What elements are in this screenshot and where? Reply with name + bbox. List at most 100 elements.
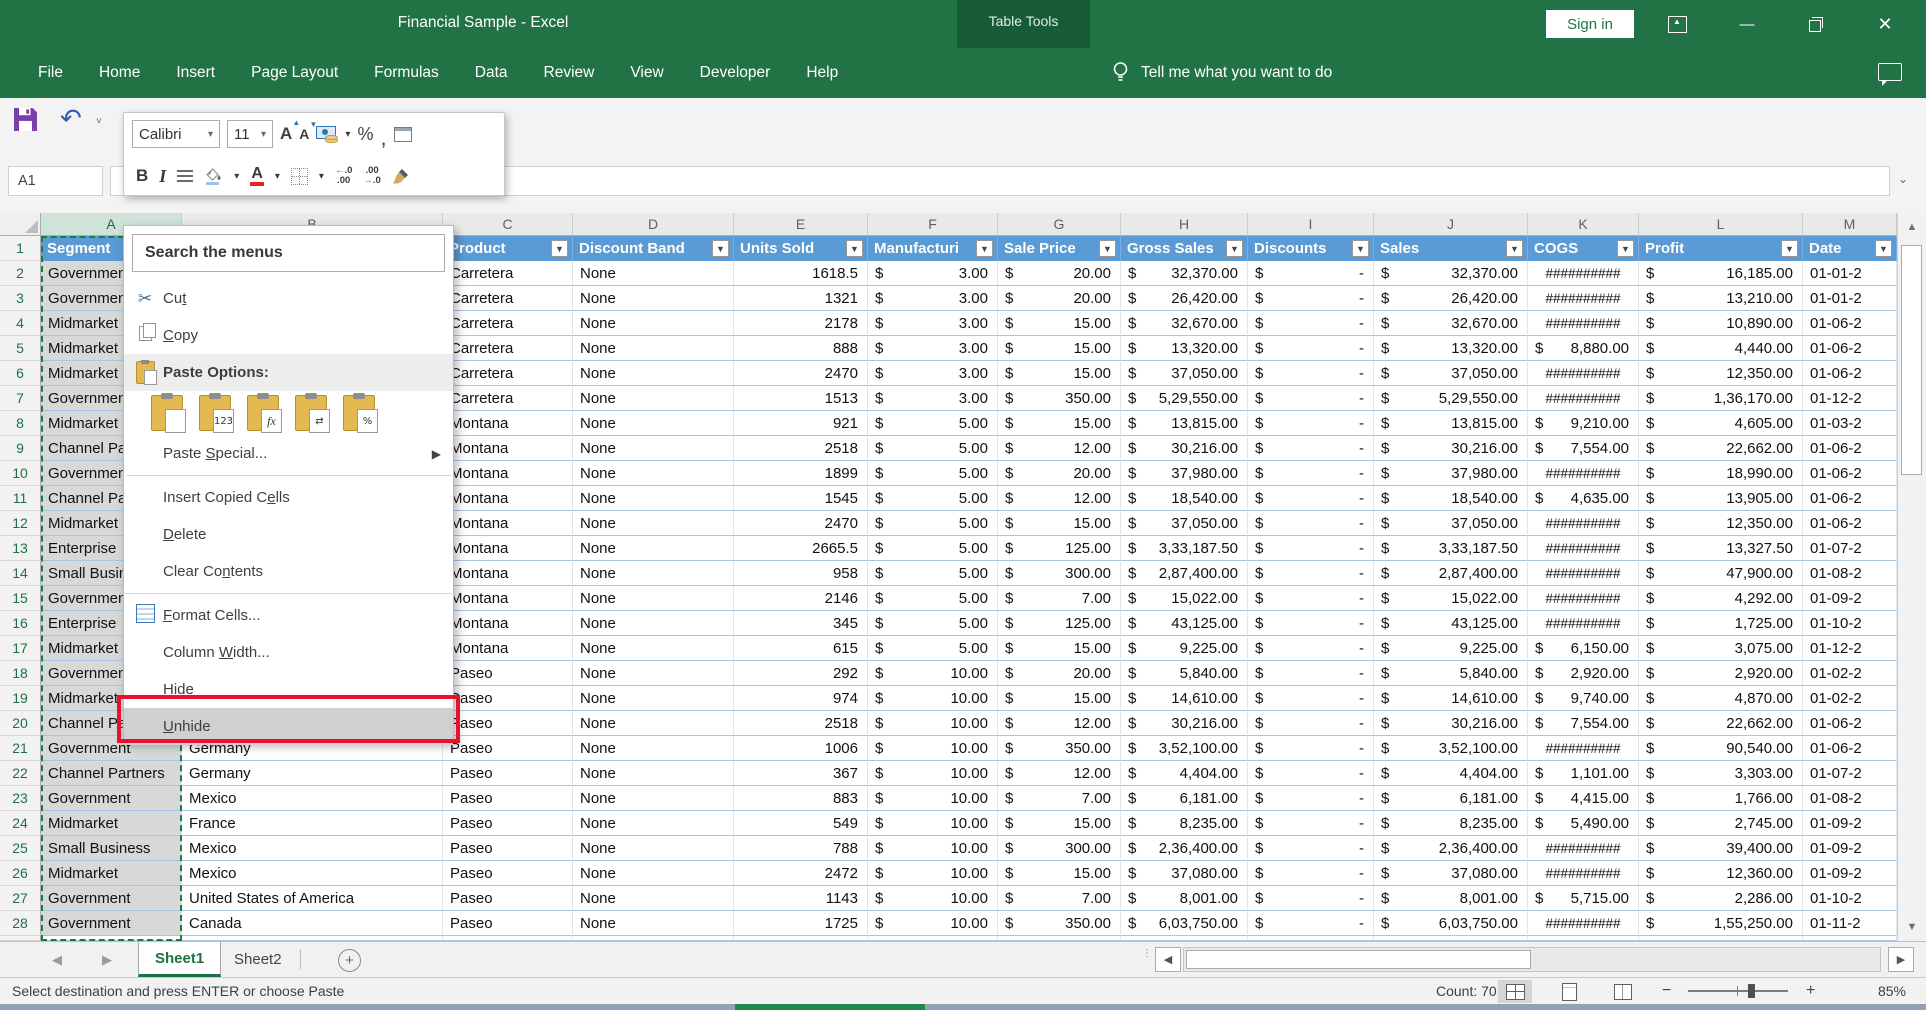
cell-F22[interactable]: $10.00 [868,761,998,786]
borders-button[interactable] [291,168,308,185]
tab-view[interactable]: View [612,48,681,98]
cell-I8[interactable]: $- [1248,411,1374,436]
tell-me-button[interactable]: Tell me what you want to do [1112,48,1332,98]
cell-G10[interactable]: $20.00 [998,461,1121,486]
menu-item-unhide[interactable]: Unhide [124,708,453,745]
filter-dropdown-icon[interactable]: ▼ [551,240,568,257]
cell-E17[interactable]: 615 [734,636,868,661]
cell-M8[interactable]: 01-03-2 [1803,411,1897,436]
cell-C25[interactable]: Paseo [443,836,573,861]
table-header-Manufacturi[interactable]: Manufacturi▼ [868,236,998,261]
cell-F18[interactable]: $10.00 [868,661,998,686]
cell-G12[interactable]: $15.00 [998,511,1121,536]
tab-formulas[interactable]: Formulas [356,48,457,98]
cell-G13[interactable]: $125.00 [998,536,1121,561]
cell-G22[interactable]: $12.00 [998,761,1121,786]
cell-B23[interactable]: Mexico [182,786,443,811]
cell-L16[interactable]: $1,725.00 [1639,611,1803,636]
cell-L9[interactable]: $22,662.00 [1639,436,1803,461]
cell-C23[interactable]: Paseo [443,786,573,811]
cell-M19[interactable]: 01-02-2 [1803,686,1897,711]
menu-search-input[interactable]: Search the menus [132,234,445,272]
cell-C11[interactable]: Montana [443,486,573,511]
cell-D23[interactable]: None [573,786,734,811]
filter-dropdown-icon[interactable]: ▼ [712,240,729,257]
cell-H9[interactable]: $30,216.00 [1121,436,1248,461]
bold-button[interactable]: B [136,166,148,186]
table-header-Units Sold[interactable]: Units Sold▼ [734,236,868,261]
cell-G14[interactable]: $300.00 [998,561,1121,586]
cell-D3[interactable]: None [573,286,734,311]
cell-A25[interactable]: Small Business [41,836,182,861]
cell-J14[interactable]: $2,87,400.00 [1374,561,1528,586]
cell-M5[interactable]: 01-06-2 [1803,336,1897,361]
row-header-18[interactable]: 18 [0,661,41,686]
cell-I10[interactable]: $- [1248,461,1374,486]
cell-K8[interactable]: $9,210.00 [1528,411,1639,436]
cell-L11[interactable]: $13,905.00 [1639,486,1803,511]
cell-L8[interactable]: $4,605.00 [1639,411,1803,436]
row-header-24[interactable]: 24 [0,811,41,836]
tab-page-layout[interactable]: Page Layout [233,48,356,98]
cell-K26[interactable]: ########## [1528,861,1639,886]
cell-J16[interactable]: $43,125.00 [1374,611,1528,636]
cell-D7[interactable]: None [573,386,734,411]
cell-C27[interactable]: Paseo [443,886,573,911]
cell-H8[interactable]: $13,815.00 [1121,411,1248,436]
cell-A26[interactable]: Midmarket [41,861,182,886]
row-header-27[interactable]: 27 [0,886,41,911]
menu-item-column-width[interactable]: Column Width... [124,634,453,671]
cell-B28[interactable]: Canada [182,911,443,936]
menu-item-delete[interactable]: Delete [124,516,453,553]
row-header-6[interactable]: 6 [0,361,41,386]
cell-F2[interactable]: $3.00 [868,261,998,286]
zoom-slider-track[interactable] [1688,990,1788,992]
row-header-2[interactable]: 2 [0,261,41,286]
cell-K11[interactable]: $4,635.00 [1528,486,1639,511]
cell-J12[interactable]: $37,050.00 [1374,511,1528,536]
cell-I4[interactable]: $- [1248,311,1374,336]
cell-I17[interactable]: $- [1248,636,1374,661]
cell-F17[interactable]: $5.00 [868,636,998,661]
cell-K15[interactable]: ########## [1528,586,1639,611]
ribbon-display-options-button[interactable]: ▲ [1662,11,1692,37]
cell-J7[interactable]: $5,29,550.00 [1374,386,1528,411]
cell-J27[interactable]: $8,001.00 [1374,886,1528,911]
cell-F7[interactable]: $3.00 [868,386,998,411]
cell-L23[interactable]: $1,766.00 [1639,786,1803,811]
cell-M3[interactable]: 01-01-2 [1803,286,1897,311]
cell-D28[interactable]: None [573,911,734,936]
cell-D26[interactable]: None [573,861,734,886]
cell-I14[interactable]: $- [1248,561,1374,586]
decrease-font-size-button[interactable]: A▼ [299,126,309,142]
row-header-13[interactable]: 13 [0,536,41,561]
table-header-Gross Sales[interactable]: Gross Sales▼ [1121,236,1248,261]
cell-K14[interactable]: ########## [1528,561,1639,586]
cell-H10[interactable]: $37,980.00 [1121,461,1248,486]
cell-J26[interactable]: $37,080.00 [1374,861,1528,886]
cell-L2[interactable]: $16,185.00 [1639,261,1803,286]
cell-F19[interactable]: $10.00 [868,686,998,711]
cell-D15[interactable]: None [573,586,734,611]
cell-H13[interactable]: $3,33,187.50 [1121,536,1248,561]
cell-M6[interactable]: 01-06-2 [1803,361,1897,386]
cell-K20[interactable]: $7,554.00 [1528,711,1639,736]
cell-G15[interactable]: $7.00 [998,586,1121,611]
table-header-Date[interactable]: Date▼ [1803,236,1897,261]
scroll-up-icon[interactable]: ▲ [1898,221,1926,233]
cell-D24[interactable]: None [573,811,734,836]
cell-H15[interactable]: $15,022.00 [1121,586,1248,611]
menu-item-copy[interactable]: Copy [124,317,453,354]
row-header-15[interactable]: 15 [0,586,41,611]
cell-M16[interactable]: 01-10-2 [1803,611,1897,636]
row-header-8[interactable]: 8 [0,411,41,436]
normal-view-button[interactable] [1498,980,1532,1003]
table-header-Sales[interactable]: Sales▼ [1374,236,1528,261]
cell-C9[interactable]: Montana [443,436,573,461]
cell-G4[interactable]: $15.00 [998,311,1121,336]
cell-G16[interactable]: $125.00 [998,611,1121,636]
cell-G18[interactable]: $20.00 [998,661,1121,686]
cell-E7[interactable]: 1513 [734,386,868,411]
cell-H19[interactable]: $14,610.00 [1121,686,1248,711]
row-header-4[interactable]: 4 [0,311,41,336]
